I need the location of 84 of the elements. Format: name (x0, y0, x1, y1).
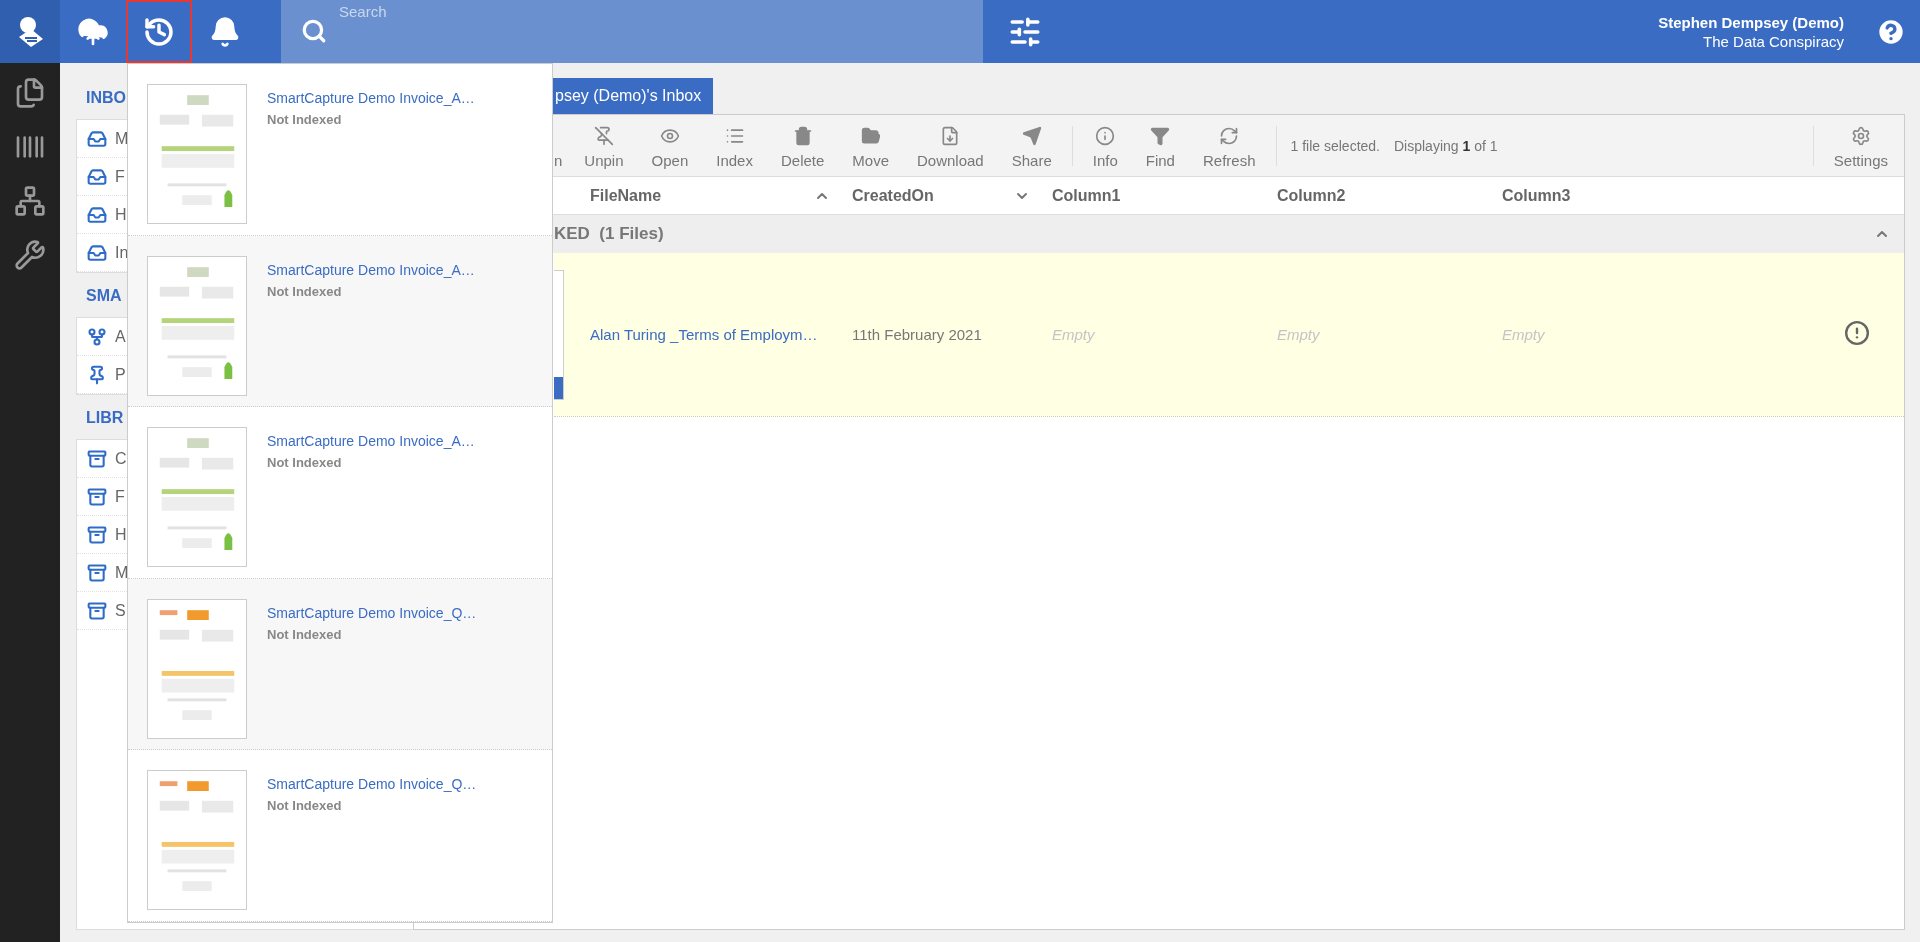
refresh-icon (1219, 125, 1240, 146)
section-title: SMA (85, 286, 122, 306)
file-name-link[interactable]: Alan Turing _Terms of Employm… (590, 325, 818, 343)
trash-icon (792, 125, 813, 146)
fork-icon (87, 326, 107, 347)
inbox-icon (87, 166, 107, 187)
index-status: Not Indexed (267, 626, 343, 642)
column-header[interactable]: Column3 (1502, 186, 1571, 205)
organisation-name: The Data Conspiracy (1703, 31, 1844, 51)
info-icon (1095, 125, 1116, 146)
sidebar-item[interactable]: F (115, 167, 125, 186)
sidebar-item[interactable]: S (115, 601, 126, 620)
recent-file-link[interactable]: SmartCapture Demo Invoice_Q… (267, 776, 477, 793)
search-icon (301, 18, 327, 44)
hierarchy-icon (14, 185, 46, 217)
sidebar-item[interactable]: M (115, 563, 129, 582)
download-icon (940, 125, 961, 146)
table-cell-text: Empty (1277, 326, 1321, 343)
section-title: INBO (85, 88, 126, 108)
cabinet-icon (87, 448, 107, 469)
table-cell-text: 11th February 2021 (852, 326, 983, 343)
table-cell-text: Empty (1502, 326, 1546, 343)
toolbar-button[interactable]: Move (838, 114, 903, 177)
toolbar-button[interactable]: Download (903, 114, 998, 177)
toolbar-button[interactable]: Info (1078, 114, 1132, 177)
column-header[interactable]: Column2 (1277, 186, 1346, 205)
column-header[interactable]: FileName (590, 186, 662, 205)
toolbar-button[interactable]: Index (702, 114, 767, 177)
search-field[interactable]: Search (281, 0, 983, 63)
file-row[interactable]: Alan Turing _Terms of Employm… 11th February 2021 Empty Empty Empty (554, 253, 1904, 417)
selection-status: 1 file selected. (1290, 137, 1380, 154)
column-header[interactable]: Column1 (1052, 186, 1121, 205)
bell-icon (209, 15, 241, 48)
sidebar-item[interactable]: H (115, 525, 127, 544)
hierarchy-nav-button[interactable] (14, 185, 46, 217)
pin-icon (87, 364, 107, 385)
recent-file-link[interactable]: SmartCapture Demo Invoice_A… (267, 90, 475, 106)
inbox-icon (87, 204, 107, 225)
toolbar-button[interactable]: Unpin (570, 114, 638, 177)
user-name: Stephen Dempsey (Demo) (1658, 12, 1844, 32)
toolbar-button[interactable]: Delete (766, 114, 839, 177)
column-header[interactable]: CreatedOn (852, 186, 934, 205)
sidebar-item[interactable]: M (115, 129, 129, 148)
inbox-icon (87, 242, 107, 263)
sidebar-item[interactable]: P (115, 365, 126, 384)
settings-icon (1850, 125, 1871, 146)
sidebar-item[interactable]: In (115, 243, 129, 262)
wrench-nav-button[interactable] (14, 239, 46, 271)
index-status: Not Indexed (267, 798, 343, 814)
documents-icon (14, 77, 46, 109)
toolbar-button[interactable]: n (554, 114, 571, 177)
sidebar-item[interactable]: F (115, 487, 125, 506)
history-button[interactable] (126, 0, 192, 63)
inbox-tab[interactable]: psey (Demo)'s Inbox (553, 78, 714, 114)
cabinet-icon (87, 486, 107, 507)
unpin-icon (593, 125, 614, 146)
recent-file-link[interactable]: SmartCapture Demo Invoice_Q… (267, 604, 477, 621)
sidebar-item[interactable]: C (115, 449, 127, 468)
wrench-icon (14, 239, 46, 271)
table-cell-text: Empty (1052, 326, 1096, 343)
sidebar-item[interactable]: A (115, 327, 126, 346)
toolbar-button[interactable]: Share (997, 114, 1066, 177)
sidebar-item[interactable]: H (115, 205, 127, 224)
recent-file-link[interactable]: SmartCapture Demo Invoice_A… (267, 433, 475, 450)
cabinet-icon (87, 562, 107, 583)
toolbar-button[interactable]: Refresh (1188, 114, 1270, 177)
display-count: Displaying 1 of 1 (1394, 137, 1498, 154)
group-label: KED (1 Files) (554, 224, 664, 244)
index-status: Not Indexed (267, 112, 343, 127)
cabinet-icon (87, 600, 107, 621)
settings-button[interactable]: Settings (1819, 114, 1904, 177)
history-icon (143, 15, 175, 48)
filter-icon (1150, 125, 1171, 146)
toolbar-button[interactable]: Open (637, 114, 703, 177)
recent-file-link[interactable]: SmartCapture Demo Invoice_A… (267, 261, 475, 278)
toolbar-button[interactable]: Find (1131, 114, 1189, 177)
folder-icon (860, 125, 881, 146)
send-icon (1021, 125, 1042, 146)
cabinet-icon (87, 524, 107, 545)
section-title: LIBR (85, 408, 124, 428)
index-status: Not Indexed (267, 283, 343, 299)
index-status: Not Indexed (267, 455, 343, 471)
inbox-icon (87, 128, 107, 149)
documents-nav-button[interactable] (14, 77, 46, 109)
